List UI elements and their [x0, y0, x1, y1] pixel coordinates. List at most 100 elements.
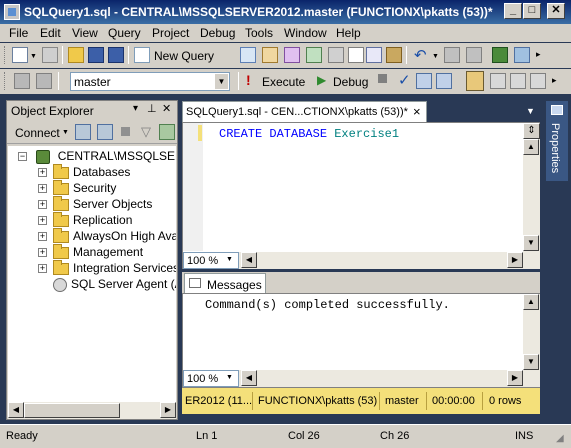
- scroll-up-arrow[interactable]: ▲: [523, 139, 539, 155]
- scroll-thumb[interactable]: [24, 403, 120, 418]
- connect-icon[interactable]: [14, 73, 30, 89]
- expand-icon[interactable]: +: [38, 168, 47, 178]
- maximize-button[interactable]: □: [523, 3, 541, 19]
- add-item-icon[interactable]: [42, 47, 58, 63]
- window-position-icon[interactable]: ▾: [133, 103, 138, 114]
- tree-node-databases[interactable]: + Databases: [38, 163, 130, 181]
- connect-object-explorer-icon[interactable]: [75, 124, 91, 140]
- filter-icon[interactable]: ▽: [141, 124, 151, 140]
- scroll-up-arrow[interactable]: ▲: [523, 294, 539, 310]
- tree-node-security[interactable]: + Security: [38, 179, 116, 197]
- pin-icon[interactable]: ⊥: [147, 102, 157, 115]
- execute-icon[interactable]: !: [246, 72, 251, 88]
- connect-dropdown-icon[interactable]: ▼: [62, 129, 69, 136]
- change-connection-icon[interactable]: [36, 73, 52, 89]
- menu-window[interactable]: Window: [284, 26, 327, 40]
- new-project-dropdown-icon[interactable]: ▼: [30, 53, 37, 60]
- app-icon[interactable]: [4, 4, 20, 20]
- new-query-icon[interactable]: [134, 47, 150, 63]
- stop-icon[interactable]: [121, 127, 130, 136]
- database-engine-query-icon[interactable]: [240, 47, 256, 63]
- close-tab-icon[interactable]: ×: [413, 104, 421, 119]
- analysis-query-icon[interactable]: [328, 47, 344, 63]
- solution-explorer-icon[interactable]: [514, 47, 530, 63]
- tree-node-integration-services[interactable]: + Integration Services: [38, 259, 176, 277]
- menu-tools[interactable]: Tools: [245, 26, 273, 40]
- undo-dropdown-icon[interactable]: ▼: [432, 53, 439, 60]
- menu-debug[interactable]: Debug: [200, 26, 235, 40]
- editor-zoom-combo[interactable]: 100 % ▼: [183, 252, 239, 269]
- close-button[interactable]: ✕: [547, 3, 565, 19]
- navigate-forward-icon[interactable]: [466, 47, 482, 63]
- undo-icon[interactable]: ↶: [414, 46, 427, 64]
- mdx-query-icon[interactable]: [262, 47, 278, 63]
- tree-node-alwayson[interactable]: + AlwaysOn High Availa: [38, 227, 176, 245]
- tree-node-server-objects[interactable]: + Server Objects: [38, 195, 152, 213]
- paste-icon[interactable]: [386, 47, 402, 63]
- scroll-down-arrow[interactable]: ▼: [523, 354, 539, 370]
- object-explorer-hscrollbar[interactable]: ◀ ▶: [8, 402, 176, 419]
- connect-button[interactable]: Connect: [15, 126, 60, 140]
- parse-check-icon[interactable]: ✓: [398, 71, 411, 89]
- server-node[interactable]: − CENTRAL\MSSQLSERVER: [18, 149, 176, 165]
- chevron-down-icon[interactable]: ▼: [215, 74, 228, 89]
- tree-node-sql-server-agent[interactable]: SQL Server Agent (A: [53, 277, 176, 293]
- split-editor-icon[interactable]: ⇕: [523, 123, 540, 139]
- scroll-left-arrow[interactable]: ◀: [8, 402, 24, 418]
- comment-lines-icon[interactable]: [530, 73, 546, 89]
- debug-button[interactable]: Debug: [333, 75, 368, 89]
- chevron-down-icon[interactable]: ▼: [226, 374, 233, 381]
- expand-icon[interactable]: +: [38, 200, 47, 210]
- menu-help[interactable]: Help: [336, 26, 361, 40]
- available-databases-combo[interactable]: master ▼: [70, 72, 230, 91]
- collapse-icon[interactable]: −: [18, 152, 27, 162]
- editor-vscrollbar[interactable]: ⇕ ▲ ▼: [523, 123, 540, 252]
- menu-query[interactable]: Query: [108, 26, 141, 40]
- scroll-right-arrow[interactable]: ▶: [507, 252, 523, 268]
- results-to-text-icon[interactable]: [490, 73, 506, 89]
- messages-tab[interactable]: Messages: [184, 273, 266, 293]
- menu-edit[interactable]: Edit: [40, 26, 61, 40]
- new-query-button[interactable]: New Query: [154, 49, 214, 63]
- disconnect-icon[interactable]: [97, 124, 113, 140]
- execute-button[interactable]: Execute: [262, 75, 305, 89]
- messages-zoom-combo[interactable]: 100 % ▼: [183, 370, 239, 387]
- navigate-back-icon[interactable]: [444, 47, 460, 63]
- display-estimated-plan-icon[interactable]: [416, 73, 432, 89]
- scroll-right-arrow[interactable]: ▶: [160, 402, 176, 418]
- active-files-dropdown-icon[interactable]: ▼: [526, 106, 535, 116]
- scroll-left-arrow[interactable]: ◀: [241, 252, 257, 268]
- results-to-grid-icon[interactable]: [466, 71, 484, 91]
- expand-icon[interactable]: +: [38, 264, 47, 274]
- cancel-query-icon[interactable]: [378, 74, 387, 83]
- open-folder-icon[interactable]: [68, 47, 84, 63]
- toolbar-overflow-icon[interactable]: ▸: [536, 49, 541, 60]
- messages-vscrollbar[interactable]: ▲ ▼: [523, 294, 540, 370]
- query-options-icon[interactable]: [436, 73, 452, 89]
- scroll-right-arrow[interactable]: ▶: [507, 370, 523, 386]
- toolbar-overflow-icon[interactable]: ▸: [552, 75, 557, 86]
- toolbar-grip[interactable]: [4, 72, 7, 90]
- save-all-icon[interactable]: [108, 47, 124, 63]
- cut-icon[interactable]: [348, 47, 364, 63]
- menu-view[interactable]: View: [72, 26, 98, 40]
- query-editor[interactable]: CREATE DATABASE Exercise1 ⇕ ▲ ▼ 100 % ▼ …: [182, 122, 540, 269]
- menu-project[interactable]: Project: [152, 26, 189, 40]
- tree-node-replication[interactable]: + Replication: [38, 211, 132, 229]
- debug-play-icon[interactable]: ▶: [317, 73, 326, 87]
- results-to-file-icon[interactable]: [510, 73, 526, 89]
- properties-side-tab[interactable]: Properties: [546, 101, 568, 181]
- messages-output[interactable]: Command(s) completed successfully. ▲ ▼ 1…: [182, 293, 540, 388]
- scroll-left-arrow[interactable]: ◀: [241, 370, 257, 386]
- minimize-button[interactable]: _: [504, 3, 522, 19]
- copy-icon[interactable]: [366, 47, 382, 63]
- toolbar-grip[interactable]: [4, 46, 7, 64]
- xmla-query-icon[interactable]: [306, 47, 322, 63]
- dmx-query-icon[interactable]: [284, 47, 300, 63]
- start-debugging-icon[interactable]: [492, 47, 508, 63]
- expand-icon[interactable]: +: [38, 184, 47, 194]
- expand-icon[interactable]: +: [38, 216, 47, 226]
- chevron-down-icon[interactable]: ▼: [226, 256, 233, 263]
- menu-file[interactable]: File: [9, 26, 28, 40]
- new-project-icon[interactable]: [12, 47, 28, 63]
